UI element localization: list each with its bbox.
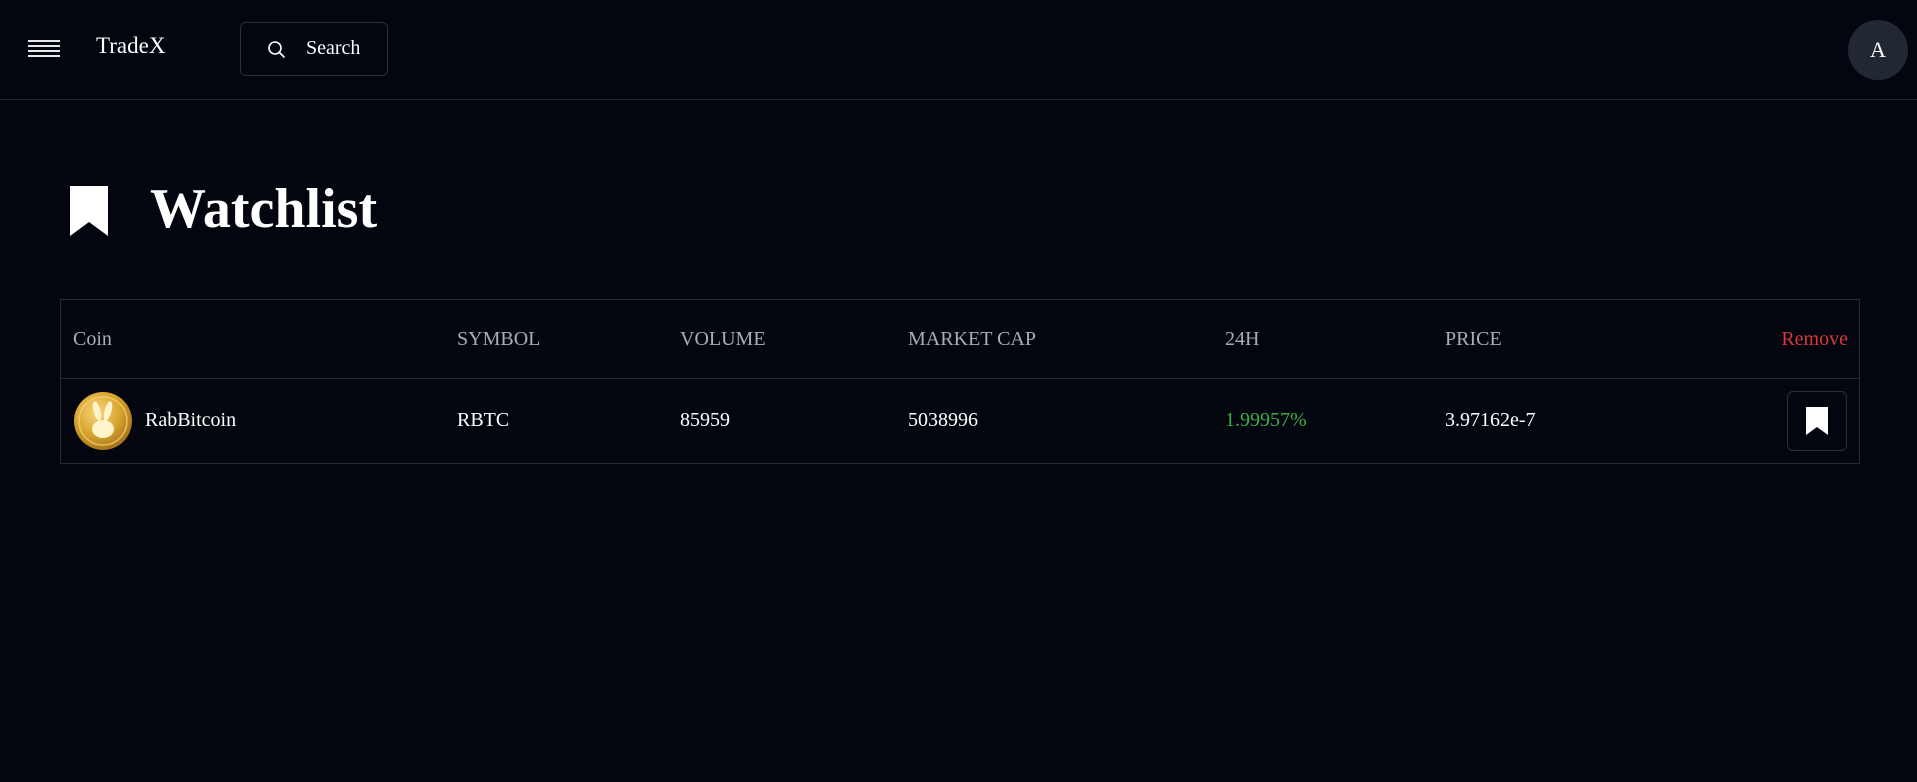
remove-bookmark-button[interactable]	[1787, 391, 1847, 451]
hamburger-menu-icon[interactable]	[28, 37, 60, 61]
coin-logo-icon	[74, 392, 132, 450]
page-title: Watchlist	[150, 178, 378, 240]
coin-symbol: RBTC	[457, 409, 510, 431]
table-row[interactable]: RabBitcoin RBTC 85959 5038996 1.99957% 3…	[61, 379, 1859, 463]
top-navbar: TradeX Search A	[0, 0, 1917, 100]
column-header-volume: VOLUME	[680, 328, 766, 350]
bookmark-filled-icon	[1806, 407, 1828, 435]
column-header-symbol: SYMBOL	[457, 328, 541, 350]
search-label: Search	[306, 37, 361, 59]
bookmark-icon	[70, 186, 108, 236]
coin-price: 3.97162e-7	[1445, 409, 1536, 431]
column-header-remove: Remove	[1781, 328, 1848, 350]
column-header-coin: Coin	[73, 328, 112, 350]
coin-change-24h: 1.99957%	[1225, 409, 1307, 431]
coin-name: RabBitcoin	[145, 409, 237, 431]
watchlist-table: Coin SYMBOL VOLUME MARKET CAP 24H PRICE …	[60, 299, 1860, 464]
column-header-24h: 24H	[1225, 328, 1260, 350]
search-icon	[268, 41, 285, 58]
user-avatar[interactable]: A	[1848, 20, 1908, 80]
column-header-market-cap: MARKET CAP	[908, 328, 1036, 350]
table-header: Coin SYMBOL VOLUME MARKET CAP 24H PRICE …	[61, 300, 1859, 379]
coin-market-cap: 5038996	[908, 409, 978, 431]
coin-volume: 85959	[680, 409, 730, 431]
brand-logo-text[interactable]: TradeX	[96, 33, 165, 59]
search-button[interactable]: Search	[240, 22, 388, 76]
column-header-price: PRICE	[1445, 328, 1502, 350]
